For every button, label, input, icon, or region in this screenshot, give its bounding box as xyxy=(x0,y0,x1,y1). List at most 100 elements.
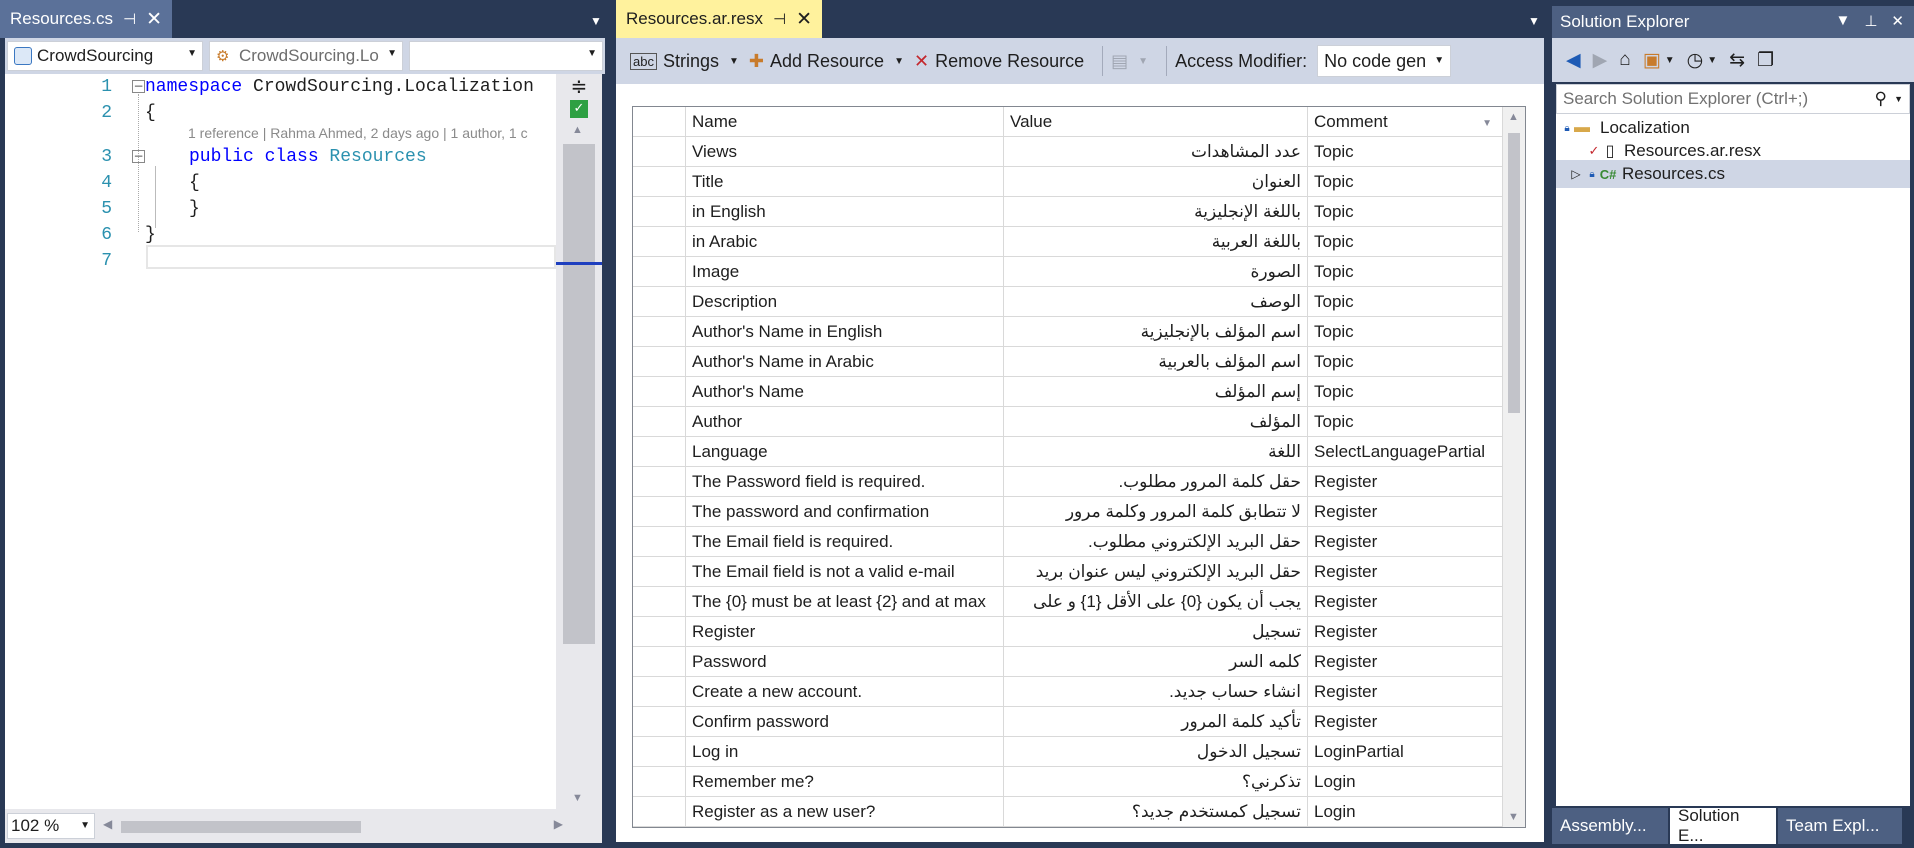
scroll-right-icon[interactable]: ▶ xyxy=(554,817,563,831)
row-header[interactable] xyxy=(633,407,686,437)
member-dropdown[interactable]: ▼ xyxy=(408,41,603,71)
row-header[interactable] xyxy=(633,737,686,767)
cell-value[interactable]: تسجيل الدخول xyxy=(1004,737,1308,767)
table-row[interactable]: Password كلمه السر Register xyxy=(633,647,1503,677)
cell-name[interactable]: Author xyxy=(686,407,1004,437)
tree-item-resources-cs[interactable]: ▷ 🔒︎ C# Resources.cs xyxy=(1556,160,1910,188)
cell-name[interactable]: in English xyxy=(686,197,1004,227)
collapse-all-icon[interactable]: ❐ xyxy=(1757,49,1774,72)
row-header[interactable] xyxy=(633,467,686,497)
collapse-icon[interactable]: − xyxy=(132,80,145,93)
row-header[interactable] xyxy=(633,587,686,617)
project-dropdown[interactable]: CrowdSourcing ▼ xyxy=(7,41,203,71)
search-icon[interactable]: ⚲ xyxy=(1875,89,1887,109)
cell-value[interactable]: تسجيل xyxy=(1004,617,1308,647)
scroll-thumb[interactable] xyxy=(1508,133,1520,413)
table-row[interactable]: The password and confirmation لا تتطابق ك… xyxy=(633,497,1503,527)
cell-comment[interactable]: Topic xyxy=(1308,317,1503,347)
row-header[interactable] xyxy=(633,287,686,317)
table-row[interactable]: Author's Name in Arabic اسم المؤلف بالعرب… xyxy=(633,347,1503,377)
cell-value[interactable]: اسم المؤلف بالعربية xyxy=(1004,347,1308,377)
cell-name[interactable]: The password and confirmation xyxy=(686,497,1004,527)
cell-comment[interactable]: Register xyxy=(1308,647,1503,677)
table-row[interactable]: The Email field is not a valid e-mail حقل… xyxy=(633,557,1503,587)
cell-name[interactable]: Log in xyxy=(686,737,1004,767)
cell-comment[interactable]: Login xyxy=(1308,797,1503,827)
solution-explorer-search[interactable]: Search Solution Explorer (Ctrl+;) ⚲ ▼ xyxy=(1556,84,1910,114)
cell-name[interactable]: The {0} must be at least {2} and at max xyxy=(686,587,1004,617)
cell-value[interactable]: باللغة الإنجليزية xyxy=(1004,197,1308,227)
scroll-thumb[interactable] xyxy=(563,144,595,644)
switch-views-icon[interactable]: ▣ xyxy=(1643,49,1661,72)
table-row[interactable]: The Email field is required. حقل البريد ا… xyxy=(633,527,1503,557)
cell-comment[interactable]: Topic xyxy=(1308,257,1503,287)
chevron-down-icon[interactable]: ▼ xyxy=(1665,55,1675,66)
cell-value[interactable]: حقل البريد الإلكتروني مطلوب. xyxy=(1004,527,1308,557)
row-header[interactable] xyxy=(633,677,686,707)
cell-name[interactable]: Register as a new user? xyxy=(686,797,1004,827)
cell-comment[interactable]: Register xyxy=(1308,527,1503,557)
pin-icon[interactable]: ⊣ xyxy=(773,10,786,28)
table-row[interactable]: Log in تسجيل الدخول LoginPartial xyxy=(633,737,1503,767)
pending-changes-icon[interactable]: ◷ xyxy=(1687,49,1704,72)
scroll-up-icon[interactable]: ▲ xyxy=(572,124,583,136)
row-header[interactable] xyxy=(633,167,686,197)
expand-arrow-icon[interactable]: ▷ xyxy=(1566,167,1586,181)
tab-overflow-icon[interactable]: ▼ xyxy=(590,14,602,28)
row-header[interactable] xyxy=(633,317,686,347)
tab-solution-explorer[interactable]: Solution E... xyxy=(1670,806,1776,845)
cell-name[interactable]: Author's Name xyxy=(686,377,1004,407)
row-header[interactable] xyxy=(633,137,686,167)
codelens-info[interactable]: 1 reference | Rahma Ahmed, 2 days ago | … xyxy=(188,125,528,141)
views-dropdown[interactable]: ▤ ▼ xyxy=(1111,51,1148,72)
cell-comment[interactable]: Topic xyxy=(1308,347,1503,377)
cell-comment[interactable]: Topic xyxy=(1308,287,1503,317)
cell-name[interactable]: The Password field is required. xyxy=(686,467,1004,497)
cell-value[interactable]: تذكرني؟ xyxy=(1004,767,1308,797)
table-row[interactable]: The Password field is required. حقل كلمة … xyxy=(633,467,1503,497)
row-header[interactable] xyxy=(633,707,686,737)
row-header[interactable] xyxy=(633,197,686,227)
home-icon[interactable]: ⌂ xyxy=(1619,49,1630,71)
pin-icon[interactable]: ⊥ xyxy=(1864,12,1877,30)
remove-resource-button[interactable]: ✕ Remove Resource xyxy=(914,51,1084,72)
chevron-down-icon[interactable]: ▼ xyxy=(1707,55,1717,66)
row-header[interactable] xyxy=(633,377,686,407)
row-header[interactable] xyxy=(633,617,686,647)
strings-dropdown[interactable]: abc Strings ▼ xyxy=(630,51,739,72)
row-header[interactable] xyxy=(633,647,686,677)
table-row[interactable]: Description الوصف Topic xyxy=(633,287,1503,317)
cell-value[interactable]: الوصف xyxy=(1004,287,1308,317)
cell-name[interactable]: Register xyxy=(686,617,1004,647)
cell-name[interactable]: Language xyxy=(686,437,1004,467)
cell-value[interactable]: يجب أن يكون {0} على الأقل {1} و على xyxy=(1004,587,1308,617)
cell-comment[interactable]: Register xyxy=(1308,677,1503,707)
cell-name[interactable]: Views xyxy=(686,137,1004,167)
grid-vertical-scrollbar[interactable]: ▲ ▼ xyxy=(1503,107,1525,827)
cell-comment[interactable]: LoginPartial xyxy=(1308,737,1503,767)
cell-value[interactable]: إسم المؤلف xyxy=(1004,377,1308,407)
row-header[interactable] xyxy=(633,527,686,557)
row-header[interactable] xyxy=(633,797,686,827)
split-window-icon[interactable]: ≑ xyxy=(566,74,592,98)
cell-value[interactable]: باللغة العربية xyxy=(1004,227,1308,257)
cell-comment[interactable]: Login xyxy=(1308,767,1503,797)
cell-value[interactable]: لا تتطابق كلمة المرور وكلمة مرور xyxy=(1004,497,1308,527)
cell-comment[interactable]: Topic xyxy=(1308,167,1503,197)
resource-grid[interactable]: Name Value Comment ▼ Views عدد المشاهدات T… xyxy=(632,106,1526,828)
cell-comment[interactable]: Topic xyxy=(1308,227,1503,257)
code-editor[interactable]: 1 − namespace CrowdSourcing.Localization… xyxy=(5,74,556,809)
table-row[interactable]: Author's Name in English اسم المؤلف بالإن… xyxy=(633,317,1503,347)
row-header[interactable] xyxy=(633,557,686,587)
column-header-name[interactable]: Name xyxy=(686,107,1004,137)
zoom-dropdown[interactable]: 102 % ▼ xyxy=(7,813,95,839)
table-row[interactable]: Title العنوان Topic xyxy=(633,167,1503,197)
tab-overflow-icon[interactable]: ▼ xyxy=(1528,14,1540,28)
cell-name[interactable]: Remember me? xyxy=(686,767,1004,797)
forward-icon[interactable]: ▶ xyxy=(1593,49,1608,72)
cell-name[interactable]: Author's Name in English xyxy=(686,317,1004,347)
cell-value[interactable]: العنوان xyxy=(1004,167,1308,197)
cell-value[interactable]: عدد المشاهدات xyxy=(1004,137,1308,167)
row-header[interactable] xyxy=(633,227,686,257)
column-header-value[interactable]: Value xyxy=(1004,107,1308,137)
